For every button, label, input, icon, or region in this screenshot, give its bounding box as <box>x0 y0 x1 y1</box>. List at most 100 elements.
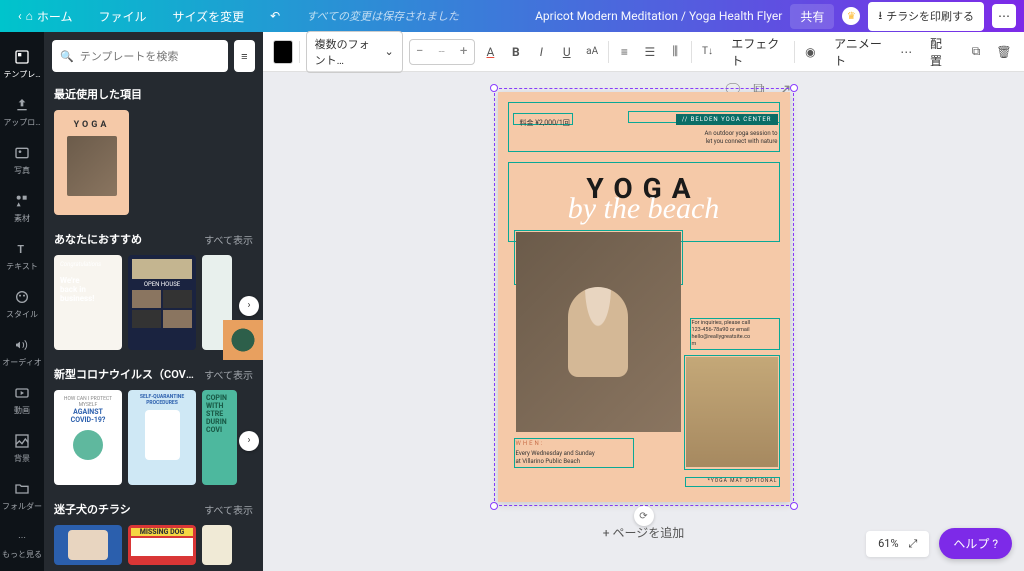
rail-label: 写真 <box>14 165 30 176</box>
zoom-control[interactable]: 61% ⤢ <box>866 531 929 557</box>
italic-button[interactable]: I <box>532 40 551 64</box>
undo-button[interactable]: ↶ <box>260 5 290 27</box>
when-text[interactable]: Every Wednesday and Sunday at Villarino … <box>516 450 595 467</box>
file-menu[interactable]: ファイル <box>89 4 157 29</box>
text-line: at Villarino Public Beach <box>516 458 595 466</box>
vertical-text-button[interactable]: T↓ <box>698 40 717 64</box>
fullscreen-icon[interactable]: ⤢ <box>909 537 918 551</box>
inquiry-text[interactable]: For inquiries, please call 123-456-78a90… <box>692 320 778 349</box>
position-button[interactable]: 配置 <box>922 31 958 73</box>
animate-button[interactable]: アニメート <box>826 31 890 73</box>
rail-folder[interactable]: フォルダー <box>0 472 44 520</box>
color-swatch[interactable] <box>273 40 293 64</box>
font-select[interactable]: 複数のフォント… ⌄ <box>306 31 403 73</box>
more-menu[interactable]: ⋯ <box>992 4 1016 28</box>
add-page-button[interactable]: + ページを追加 <box>603 524 685 541</box>
rail-upload[interactable]: アップロ… <box>0 88 44 136</box>
canvas-viewport[interactable]: 🗨 ⧉ ↗ 料金 ¥2,000/1回 // BELDEN YOGA CENTER <box>263 72 1024 571</box>
rail-label: テキスト <box>6 261 38 272</box>
align-button[interactable]: ≡ <box>615 40 634 64</box>
more-toolbar[interactable]: ⋯ <box>897 40 916 64</box>
search-input[interactable] <box>80 50 220 63</box>
size-minus[interactable]: − <box>410 40 430 64</box>
text-line: hello@reallygreatsite.co <box>692 334 778 341</box>
sand-photo[interactable] <box>686 357 778 467</box>
center-name-text[interactable]: // BELDEN YOGA CENTER <box>676 114 778 125</box>
price-text[interactable]: 料金 ¥2,000/1回 <box>516 116 574 130</box>
template-thumb[interactable]: HOW CAN I PROTECT MYSELF AGAINST COVID-1… <box>54 390 122 485</box>
size-plus[interactable]: + <box>454 40 474 64</box>
template-thumb[interactable]: OPEN HOUSE <box>128 255 196 350</box>
rail-label: フォルダー <box>2 501 42 512</box>
filter-button[interactable]: ≡ <box>234 40 255 72</box>
size-value[interactable]: -- <box>430 45 454 58</box>
when-label[interactable]: WHEN: <box>516 440 545 447</box>
help-button[interactable]: ヘルプ ? <box>939 528 1012 559</box>
resize-handle[interactable] <box>490 84 498 92</box>
share-button[interactable]: 共有 <box>790 4 834 29</box>
chevron-down-icon: ⌄ <box>384 45 393 58</box>
resize-handle[interactable] <box>490 502 498 510</box>
text-line: An outdoor yoga session to <box>705 130 778 138</box>
template-icon <box>13 48 31 66</box>
search-box[interactable]: 🔍 <box>52 40 228 72</box>
crown-icon[interactable]: ♛ <box>842 7 860 25</box>
flyer-page[interactable]: 料金 ¥2,000/1回 // BELDEN YOGA CENTER An ou… <box>498 92 790 502</box>
yoga-photo[interactable] <box>516 232 681 432</box>
case-button[interactable]: aA <box>582 40 601 64</box>
list-button[interactable]: ☰ <box>640 40 659 64</box>
resize-button[interactable]: サイズを変更 <box>163 4 255 29</box>
template-thumb[interactable] <box>202 525 232 565</box>
resize-handle[interactable] <box>790 502 798 510</box>
effects-button[interactable]: エフェクト <box>723 31 788 73</box>
print-button[interactable]: ⭳ チラシを印刷する <box>868 2 984 31</box>
rail-label: 背景 <box>14 453 30 464</box>
canvas-area: 複数のフォント… ⌄ − -- + A B I U aA ≡ ☰ ⫼ T↓ エフ… <box>263 32 1024 571</box>
rail-background[interactable]: 背景 <box>0 424 44 472</box>
template-thumb[interactable]: YOGA <box>54 110 129 215</box>
text-line: let you connect with nature <box>705 138 778 146</box>
chevron-left-icon: ‹ <box>18 9 22 23</box>
font-size-stepper[interactable]: − -- + <box>409 39 475 65</box>
tagline-text[interactable]: An outdoor yoga session to let you conne… <box>705 130 778 146</box>
rail-photo[interactable]: 写真 <box>0 136 44 184</box>
show-all-link[interactable]: すべて表示 <box>204 367 253 382</box>
thumb-text: MISSING DOG <box>131 528 193 536</box>
template-thumb[interactable]: MISSING DOG <box>128 525 196 565</box>
rotate-handle[interactable]: ⟳ <box>634 506 654 526</box>
show-all-link[interactable]: すべて表示 <box>204 502 253 517</box>
template-panel: 🔍 ≡ 最近使用した項目 YOGA あなたにおすすめ すべて表示 Congrat… <box>44 32 263 571</box>
bold-button[interactable]: B <box>506 40 525 64</box>
rail-style[interactable]: スタイル <box>0 280 44 328</box>
mat-text[interactable]: *YOGA MAT OPTIONAL <box>708 478 778 484</box>
text-line: Every Wednesday and Sunday <box>516 450 595 458</box>
rail-audio[interactable]: オーディオ <box>0 328 44 376</box>
rail-more[interactable]: ⋯ もっと見る <box>0 520 44 568</box>
home-icon: ⌂ <box>26 9 33 23</box>
template-thumb[interactable] <box>54 525 122 565</box>
template-thumb[interactable]: SELF-QUARANTINE PROCEDURES <box>128 390 196 485</box>
resize-handle[interactable] <box>790 84 798 92</box>
spacing-button[interactable]: ⫼ <box>666 40 685 64</box>
filter-icon: ≡ <box>241 50 247 63</box>
thumb-text: PROCEDURES <box>132 400 192 406</box>
text-color-button[interactable]: A <box>481 40 500 64</box>
scroll-right-button[interactable]: › <box>239 431 259 451</box>
copy-style-button[interactable]: ⧉ <box>966 40 986 64</box>
document-title[interactable]: Apricot Modern Meditation / Yoga Health … <box>535 9 782 23</box>
template-thumb[interactable]: Congratulations We're back in business! <box>54 255 122 350</box>
template-thumb[interactable]: COPIN WITH STRE DURIN COVI <box>202 390 237 485</box>
home-button[interactable]: ‹ ⌂ ホーム <box>8 4 83 29</box>
scroll-right-button[interactable]: › <box>239 296 259 316</box>
section-title-lostdog: 迷子犬のチラシ <box>54 501 131 517</box>
show-all-link[interactable]: すべて表示 <box>204 232 253 247</box>
rail-templates[interactable]: テンプレ… <box>0 40 44 88</box>
rail-elements[interactable]: 素材 <box>0 184 44 232</box>
script-text[interactable]: by the beach <box>498 192 790 226</box>
text-icon: T <box>13 240 31 258</box>
rail-video[interactable]: 動画 <box>0 376 44 424</box>
photo-icon <box>13 144 31 162</box>
delete-button[interactable]: 🗑 <box>994 40 1014 64</box>
underline-button[interactable]: U <box>557 40 576 64</box>
rail-text[interactable]: T テキスト <box>0 232 44 280</box>
